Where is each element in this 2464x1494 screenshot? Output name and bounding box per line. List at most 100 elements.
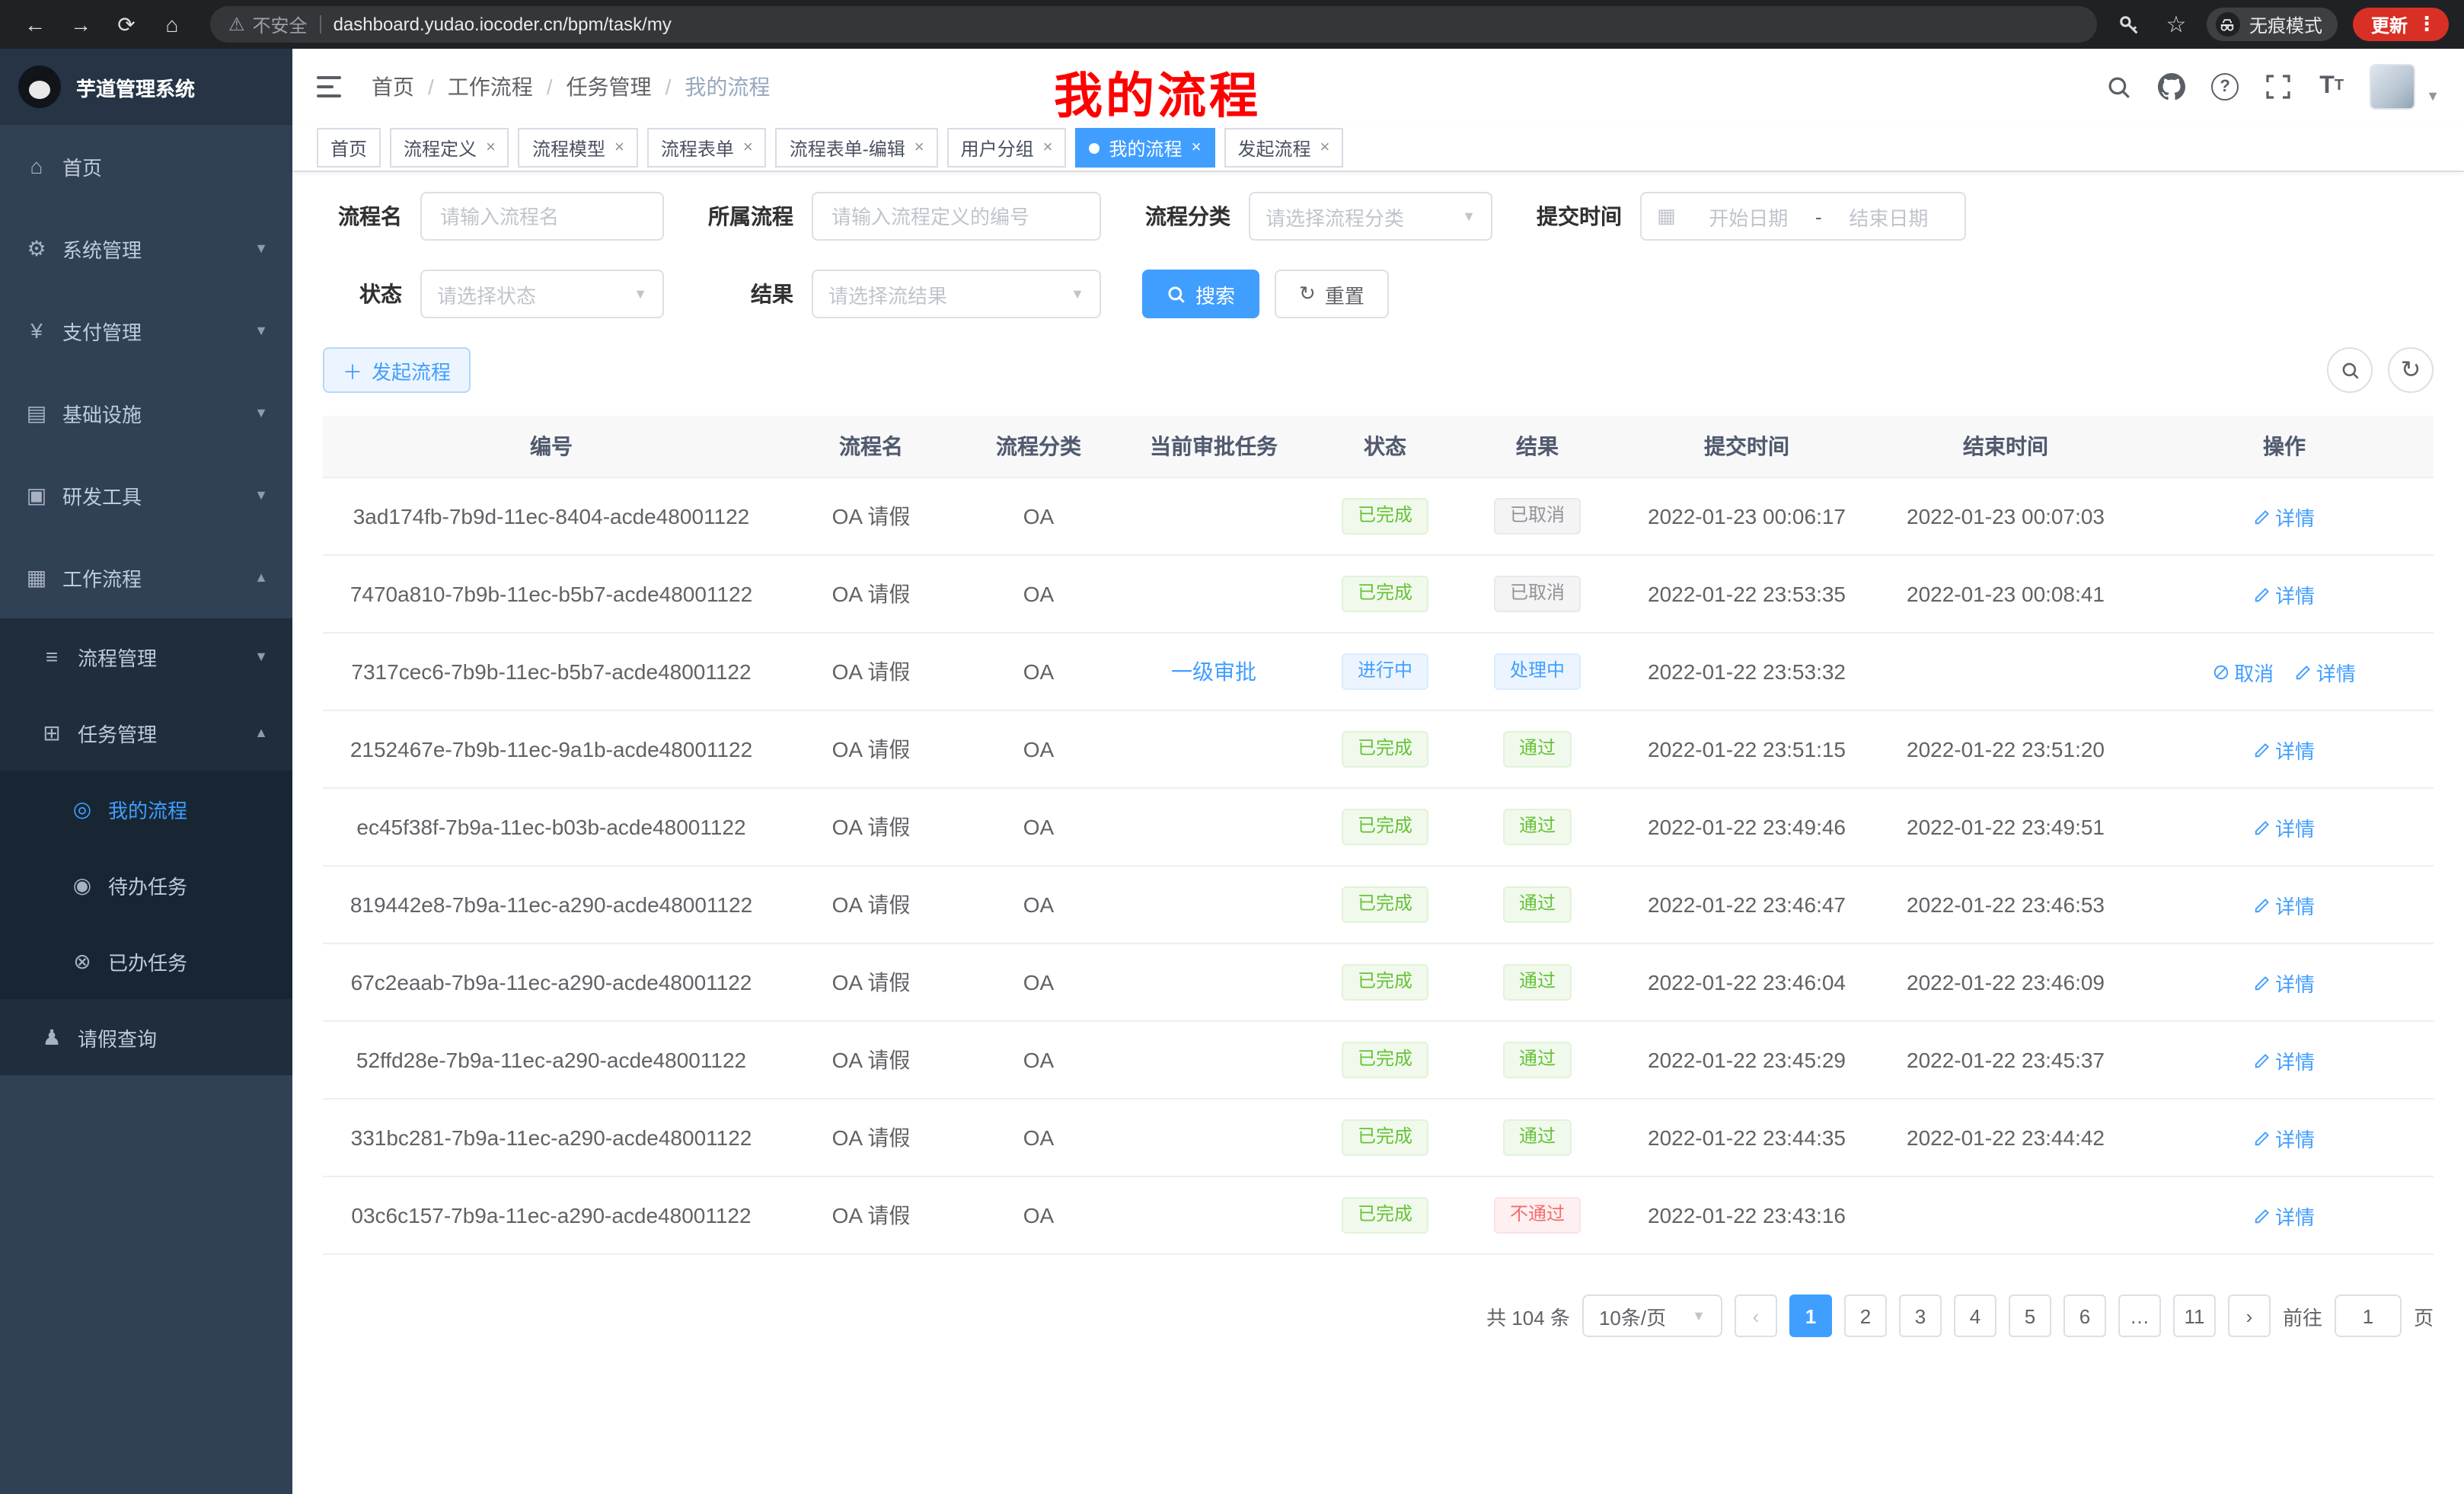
- page-button-4[interactable]: 4: [1954, 1294, 1996, 1337]
- sidebar-item-todo-tasks[interactable]: ◉ 待办任务: [0, 847, 292, 923]
- sidebar-item-home[interactable]: ⌂ 首页: [0, 125, 292, 207]
- cancel-link[interactable]: 取消: [2213, 657, 2274, 686]
- close-icon[interactable]: ×: [1043, 139, 1053, 157]
- close-icon[interactable]: ×: [743, 139, 753, 157]
- close-icon[interactable]: ×: [614, 139, 624, 157]
- help-icon[interactable]: ?: [2210, 72, 2240, 102]
- bookmark-star-icon[interactable]: ☆: [2161, 9, 2191, 40]
- close-icon[interactable]: ×: [914, 139, 924, 157]
- sidebar-item-task-management[interactable]: ⊞ 任务管理 ▲: [0, 694, 292, 771]
- incognito-badge[interactable]: 无痕模式: [2207, 8, 2338, 41]
- cell-name: OA 请假: [780, 943, 962, 1021]
- cell-submit-time: 2022-01-22 23:51:15: [1617, 710, 1876, 788]
- tab-process-form-edit[interactable]: 流程表单-编辑×: [776, 128, 938, 168]
- sidebar-item-workflow[interactable]: ▦ 工作流程 ▲: [0, 536, 292, 618]
- reload-icon[interactable]: ⟳: [107, 5, 146, 44]
- detail-link[interactable]: 详情: [2254, 812, 2315, 841]
- page-button-1[interactable]: 1: [1789, 1294, 1832, 1337]
- warning-icon: ⚠: [228, 14, 245, 35]
- tab-process-definition[interactable]: 流程定义×: [390, 128, 509, 168]
- sidebar-item-process-management[interactable]: ≡ 流程管理 ▼: [0, 618, 292, 694]
- breadcrumb-task-management[interactable]: 任务管理: [567, 72, 652, 102]
- breadcrumb-separator: /: [547, 75, 553, 99]
- detail-link[interactable]: 详情: [2254, 502, 2315, 531]
- process-definition-input[interactable]: [812, 192, 1101, 241]
- tab-process-model[interactable]: 流程模型×: [519, 128, 638, 168]
- prev-page-button[interactable]: ‹: [1735, 1294, 1777, 1337]
- process-name-input[interactable]: [420, 192, 664, 241]
- page-button-2[interactable]: 2: [1844, 1294, 1887, 1337]
- password-key-icon[interactable]: [2115, 9, 2146, 40]
- browser-home-icon[interactable]: ⌂: [152, 5, 192, 44]
- github-icon[interactable]: [2156, 72, 2187, 102]
- detail-link[interactable]: 详情: [2254, 735, 2315, 764]
- font-size-icon[interactable]: TT: [2316, 72, 2347, 102]
- tab-user-group[interactable]: 用户分组×: [947, 128, 1067, 168]
- breadcrumb-workflow[interactable]: 工作流程: [448, 72, 533, 102]
- detail-link[interactable]: 详情: [2254, 1201, 2315, 1230]
- tab-start-process[interactable]: 发起流程×: [1224, 128, 1343, 168]
- tab-home[interactable]: 首页: [317, 128, 381, 168]
- refresh-table-icon[interactable]: ↻: [2388, 347, 2434, 393]
- sidebar-item-payment[interactable]: ¥ 支付管理 ▼: [0, 289, 292, 372]
- sidebar-item-label: 我的流程: [108, 794, 187, 823]
- page-url[interactable]: dashboard.yudao.iocoder.cn/bpm/task/my: [334, 14, 672, 35]
- sidebar-item-infrastructure[interactable]: ▤ 基础设施 ▼: [0, 372, 292, 454]
- result-badge: 已取消: [1495, 498, 1580, 535]
- process-name-input-field[interactable]: [437, 203, 647, 229]
- cell-name: OA 请假: [780, 1099, 962, 1176]
- close-icon[interactable]: ×: [486, 139, 496, 157]
- more-pages-button[interactable]: …: [2118, 1294, 2161, 1337]
- search-button[interactable]: 搜索: [1142, 270, 1259, 318]
- detail-link[interactable]: 详情: [2254, 1045, 2315, 1074]
- detail-link[interactable]: 详情: [2254, 890, 2315, 919]
- avatar[interactable]: [2370, 64, 2415, 110]
- tab-my-process[interactable]: 我的流程×: [1076, 128, 1215, 168]
- date-range-picker[interactable]: ▦ 开始日期 - 结束日期: [1640, 192, 1966, 241]
- detail-label: 详情: [2275, 812, 2315, 841]
- search-icon[interactable]: [2103, 72, 2134, 102]
- sidebar-item-done-tasks[interactable]: ⊗ 已办任务: [0, 923, 292, 999]
- close-icon[interactable]: ×: [1192, 139, 1202, 157]
- browser-update-button[interactable]: 更新 ⋮: [2353, 8, 2449, 41]
- end-date-placeholder[interactable]: 结束日期: [1828, 202, 1949, 231]
- page-button-6[interactable]: 6: [2063, 1294, 2106, 1337]
- sidebar-item-devtools[interactable]: ▣ 研发工具 ▼: [0, 454, 292, 536]
- breadcrumb-home[interactable]: 首页: [372, 72, 414, 102]
- process-definition-input-field[interactable]: [828, 203, 1084, 229]
- current-task-link[interactable]: 一级审批: [1171, 659, 1256, 684]
- forward-icon[interactable]: →: [61, 5, 101, 44]
- goto-page-input-field[interactable]: [2342, 1303, 2394, 1329]
- category-select[interactable]: 请选择流程分类▼: [1249, 192, 1492, 241]
- start-date-placeholder[interactable]: 开始日期: [1688, 202, 1809, 231]
- start-process-button[interactable]: ＋ 发起流程: [323, 347, 471, 393]
- sidebar-item-leave-query[interactable]: ♟ 请假查询: [0, 999, 292, 1075]
- page-size-select[interactable]: 10条/页 ▼: [1582, 1294, 1722, 1337]
- collapse-sidebar-icon[interactable]: [317, 70, 350, 104]
- address-bar[interactable]: ⚠ 不安全 dashboard.yudao.iocoder.cn/bpm/tas…: [210, 6, 2097, 43]
- page-button-3[interactable]: 3: [1899, 1294, 1942, 1337]
- detail-link[interactable]: 详情: [2254, 968, 2315, 997]
- next-page-button[interactable]: ›: [2228, 1294, 2271, 1337]
- detail-link[interactable]: 详情: [2295, 657, 2356, 686]
- reset-button[interactable]: ↻ 重置: [1275, 270, 1389, 318]
- detail-link[interactable]: 详情: [2254, 1123, 2315, 1152]
- goto-page-input[interactable]: [2335, 1294, 2402, 1337]
- detail-link[interactable]: 详情: [2254, 579, 2315, 608]
- toggle-search-icon[interactable]: [2327, 347, 2373, 393]
- close-icon[interactable]: ×: [1320, 139, 1329, 157]
- page-button-11[interactable]: 11: [2173, 1294, 2216, 1337]
- caret-down-icon[interactable]: ▼: [2426, 88, 2440, 104]
- app-logo-row[interactable]: 芋道管理系统: [0, 49, 292, 125]
- not-secure-label[interactable]: ⚠ 不安全: [228, 11, 308, 37]
- tab-process-form[interactable]: 流程表单×: [647, 128, 767, 168]
- sidebar-item-system[interactable]: ⚙ 系统管理 ▼: [0, 207, 292, 289]
- page-button-5[interactable]: 5: [2009, 1294, 2051, 1337]
- sidebar-item-my-process[interactable]: ◎ 我的流程: [0, 771, 292, 847]
- browser-menu-icon[interactable]: ⋮: [2417, 12, 2437, 37]
- status-select[interactable]: 请选择状态▼: [420, 270, 664, 318]
- cell-name: OA 请假: [780, 633, 962, 710]
- result-select[interactable]: 请选择流结果▼: [812, 270, 1101, 318]
- fullscreen-icon[interactable]: [2263, 72, 2293, 102]
- back-icon[interactable]: ←: [15, 5, 55, 44]
